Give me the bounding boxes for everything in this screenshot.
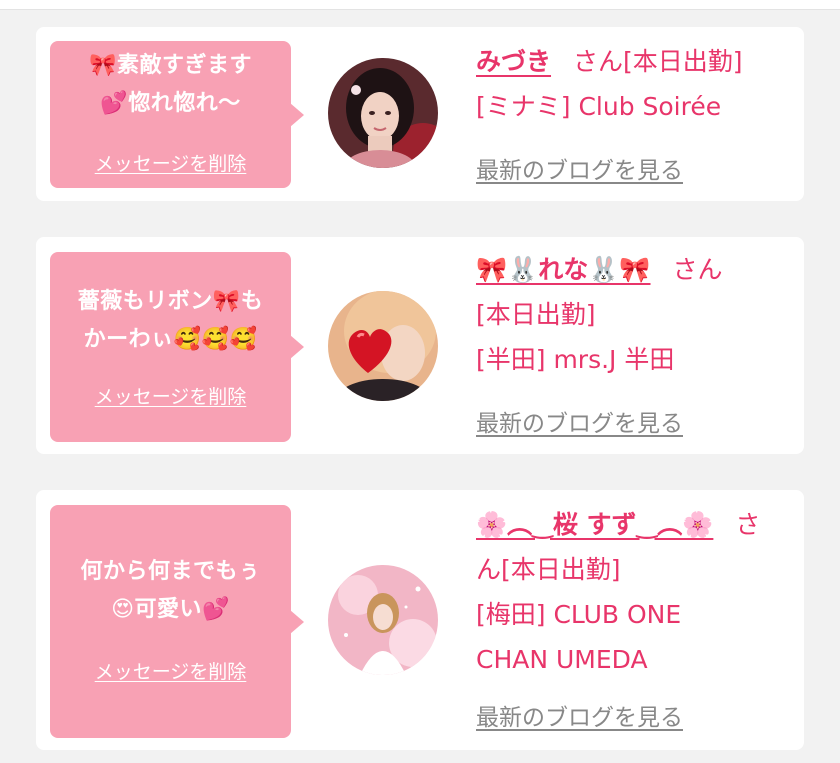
shop-name: [半田] mrs.J 半田 — [476, 345, 675, 374]
message-bubble: 何から何までもぅ 😍可愛い💕 メッセージを削除 — [50, 505, 304, 738]
cast-honorific: さん — [672, 255, 723, 284]
cast-name-link[interactable]: みづき — [476, 47, 551, 76]
cast-info: 🎀🐰れな🐰🎀 さん [本日出勤] [半田] mrs.J 半田 — [476, 247, 786, 382]
message-bubble: 🎀素敵すぎます 💕惚れ惚れ〜 メッセージを削除 — [50, 41, 304, 188]
message-card: 🎀素敵すぎます 💕惚れ惚れ〜 メッセージを削除 みづき さん[本日出勤] [ミナミ… — [36, 27, 804, 201]
avatar[interactable] — [328, 58, 438, 168]
avatar-heart-sticker-icon — [328, 291, 438, 401]
message-text: 薔薇もリボン🎀も かーわぃ🥰🥰🥰 — [56, 283, 285, 359]
delete-message-link[interactable]: メッセージを削除 — [50, 149, 291, 176]
cast-status: [本日出勤] — [476, 300, 596, 329]
delete-message-link[interactable]: メッセージを削除 — [50, 657, 291, 684]
shop-name: [ミナミ] Club Soirée — [476, 92, 722, 121]
message-line: 🎀素敵すぎます — [89, 53, 252, 78]
message-line: 何から何までもぅ — [80, 559, 261, 584]
message-card: 何から何までもぅ 😍可愛い💕 メッセージを削除 🌸︵‿桜 すず‿︵🌸 さ ん[本日… — [36, 490, 804, 750]
avatar-pink-sparkle-icon — [328, 565, 438, 675]
message-line: 💕惚れ惚れ〜 — [100, 91, 241, 116]
cast-honorific: さ — [735, 510, 761, 539]
delete-message-link[interactable]: メッセージを削除 — [50, 382, 291, 409]
avatar[interactable] — [328, 565, 438, 675]
message-line: かーわぃ🥰🥰🥰 — [83, 327, 258, 352]
cast-status: ん[本日出勤] — [476, 555, 621, 584]
shop-name: CHAN UMEDA — [476, 645, 648, 674]
message-line: 😍可愛い💕 — [111, 597, 230, 622]
top-bar — [0, 0, 840, 10]
cast-status: さん[本日出勤] — [573, 47, 743, 76]
avatar[interactable] — [328, 291, 438, 401]
message-text: 🎀素敵すぎます 💕惚れ惚れ〜 — [56, 47, 285, 123]
latest-blog-link[interactable]: 最新のブログを見る — [476, 698, 683, 732]
shop-name: [梅田] CLUB ONE — [476, 600, 682, 629]
name-row: 🎀🐰れな🐰🎀 さん — [476, 247, 786, 292]
cast-name-link[interactable]: 🎀🐰れな🐰🎀 — [476, 255, 651, 284]
latest-blog-link[interactable]: 最新のブログを見る — [476, 151, 683, 185]
message-bubble: 薔薇もリボン🎀も かーわぃ🥰🥰🥰 メッセージを削除 — [50, 252, 304, 442]
name-row: 🌸︵‿桜 すず‿︵🌸 さ — [476, 502, 786, 547]
message-line: 薔薇もリボン🎀も — [77, 289, 264, 314]
cast-info: みづき さん[本日出勤] [ミナミ] Club Soirée — [476, 39, 786, 129]
name-row: みづき さん[本日出勤] — [476, 39, 786, 84]
message-card: 薔薇もリボン🎀も かーわぃ🥰🥰🥰 メッセージを削除 🎀🐰れな🐰🎀 さん [本日出勤… — [36, 237, 804, 454]
cast-info: 🌸︵‿桜 すず‿︵🌸 さ ん[本日出勤] [梅田] CLUB ONE CHAN U… — [476, 502, 786, 682]
latest-blog-link[interactable]: 最新のブログを見る — [476, 404, 683, 438]
message-text: 何から何までもぅ 😍可愛い💕 — [56, 553, 285, 629]
avatar-woman-dark-hair-icon — [328, 58, 438, 168]
cast-name-link[interactable]: 🌸︵‿桜 すず‿︵🌸 — [476, 510, 713, 539]
